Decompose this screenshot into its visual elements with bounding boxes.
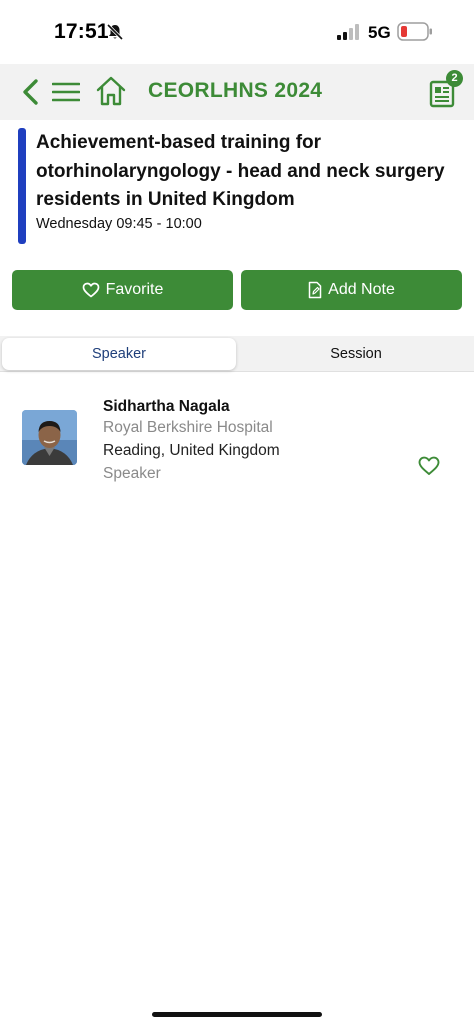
tab-speaker[interactable]: Speaker [2, 338, 236, 370]
app-title: CEORLHNS 2024 [148, 79, 323, 102]
session-title: Achievement-based training for otorhinol… [36, 132, 445, 210]
speaker-name: Sidhartha Nagala [103, 398, 230, 415]
speaker-organization: Royal Berkshire Hospital [103, 419, 273, 436]
network-label: 5G [368, 23, 391, 42]
add-note-button[interactable]: Add Note [241, 270, 462, 310]
session-time: Wednesday 09:45 - 10:00 [36, 216, 202, 232]
speaker-role: Speaker [103, 465, 161, 482]
favorite-button[interactable]: Favorite [12, 270, 233, 310]
battery-icon [397, 22, 432, 41]
add-note-button-label: Add Note [328, 281, 395, 298]
status-bar: 17:51 5G [0, 0, 474, 64]
notes-count-badge: 2 [446, 70, 463, 87]
signal-icon [337, 24, 359, 40]
home-indicator [152, 1012, 322, 1017]
status-time: 17:51 [54, 20, 109, 43]
session-accent-bar [18, 128, 26, 244]
note-icon [308, 281, 322, 299]
tab-session[interactable]: Session [240, 338, 472, 370]
segmented-tabs: Speaker Session [0, 336, 474, 372]
favorite-button-label: Favorite [105, 281, 164, 298]
app-header: CEORLHNS 2024 2 [0, 64, 474, 120]
menu-icon[interactable] [52, 81, 80, 103]
speaker-avatar [22, 410, 77, 465]
speaker-location: Reading, United Kingdom [103, 442, 280, 459]
heart-icon [82, 282, 99, 298]
home-icon[interactable] [96, 76, 126, 106]
bell-slash-icon [106, 23, 124, 41]
favorite-speaker-heart-icon[interactable] [418, 456, 440, 476]
back-icon[interactable] [20, 78, 42, 106]
speaker-list-item[interactable]: Sidhartha Nagala Royal Berkshire Hospita… [0, 392, 474, 492]
